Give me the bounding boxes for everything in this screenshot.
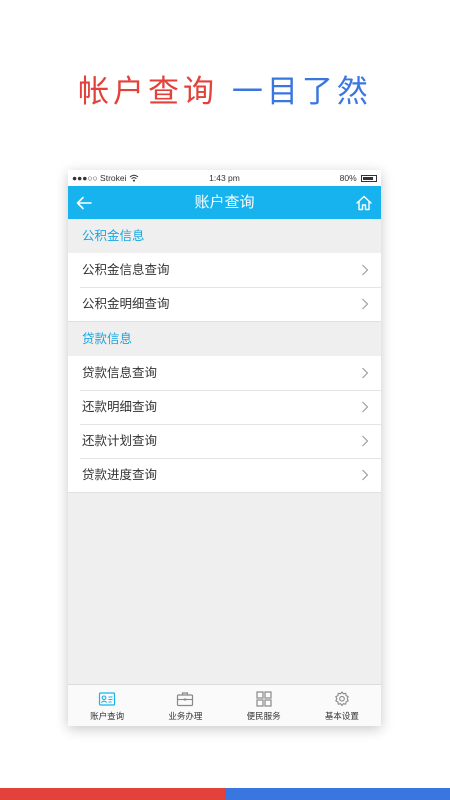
list-item[interactable]: 还款计划查询 <box>68 424 381 458</box>
list-item[interactable]: 公积金信息查询 <box>68 253 381 287</box>
list-item[interactable]: 还款明细查询 <box>68 390 381 424</box>
tab-account-query[interactable]: 账户查询 <box>68 685 146 726</box>
list-item[interactable]: 公积金明细查询 <box>68 287 381 321</box>
briefcase-icon <box>177 692 194 707</box>
tab-settings[interactable]: 基本设置 <box>303 685 381 726</box>
battery-percent: 80% <box>339 173 357 183</box>
decorative-footer-bar <box>0 788 450 800</box>
footer-bar-red <box>0 788 225 800</box>
chevron-right-icon <box>362 367 369 379</box>
phone-screen: ●●●○○ Strokei 1:43 pm 80% 账户查询 公积金信息 公积金… <box>68 170 381 726</box>
id-card-icon <box>99 692 116 706</box>
section-header: 公积金信息 <box>68 219 381 253</box>
chevron-right-icon <box>362 264 369 276</box>
chevron-right-icon <box>362 435 369 447</box>
list-item[interactable]: 贷款信息查询 <box>68 356 381 390</box>
section-loan: 贷款信息 贷款信息查询 还款明细查询 还款计划查询 贷款进度查询 <box>68 322 381 493</box>
section-header: 贷款信息 <box>68 322 381 356</box>
status-time: 1:43 pm <box>209 173 240 183</box>
chevron-right-icon <box>362 401 369 413</box>
footer-bar-blue <box>225 788 450 800</box>
home-icon[interactable] <box>355 194 373 212</box>
list-item[interactable]: 贷款进度查询 <box>68 458 381 492</box>
tab-bar: 账户查询 业务办理 便民服务 基本设置 <box>68 684 381 726</box>
chevron-right-icon <box>362 469 369 481</box>
nav-bar: 账户查询 <box>68 186 381 219</box>
section-housing-fund: 公积金信息 公积金信息查询 公积金明细查询 <box>68 219 381 322</box>
page-title: 账户查询 <box>194 193 255 211</box>
status-bar: ●●●○○ Strokei 1:43 pm 80% <box>68 170 381 186</box>
chevron-right-icon <box>362 298 369 310</box>
headline-part1: 帐户查询 <box>78 74 219 110</box>
headline-part2: 一目了然 <box>231 74 372 110</box>
gear-icon <box>335 691 349 707</box>
tab-business[interactable]: 业务办理 <box>146 685 224 726</box>
promo-headline: 帐户查询 一目了然 <box>0 72 450 112</box>
tab-services[interactable]: 便民服务 <box>225 685 303 726</box>
battery-icon <box>361 175 377 182</box>
grid-icon <box>256 691 272 707</box>
